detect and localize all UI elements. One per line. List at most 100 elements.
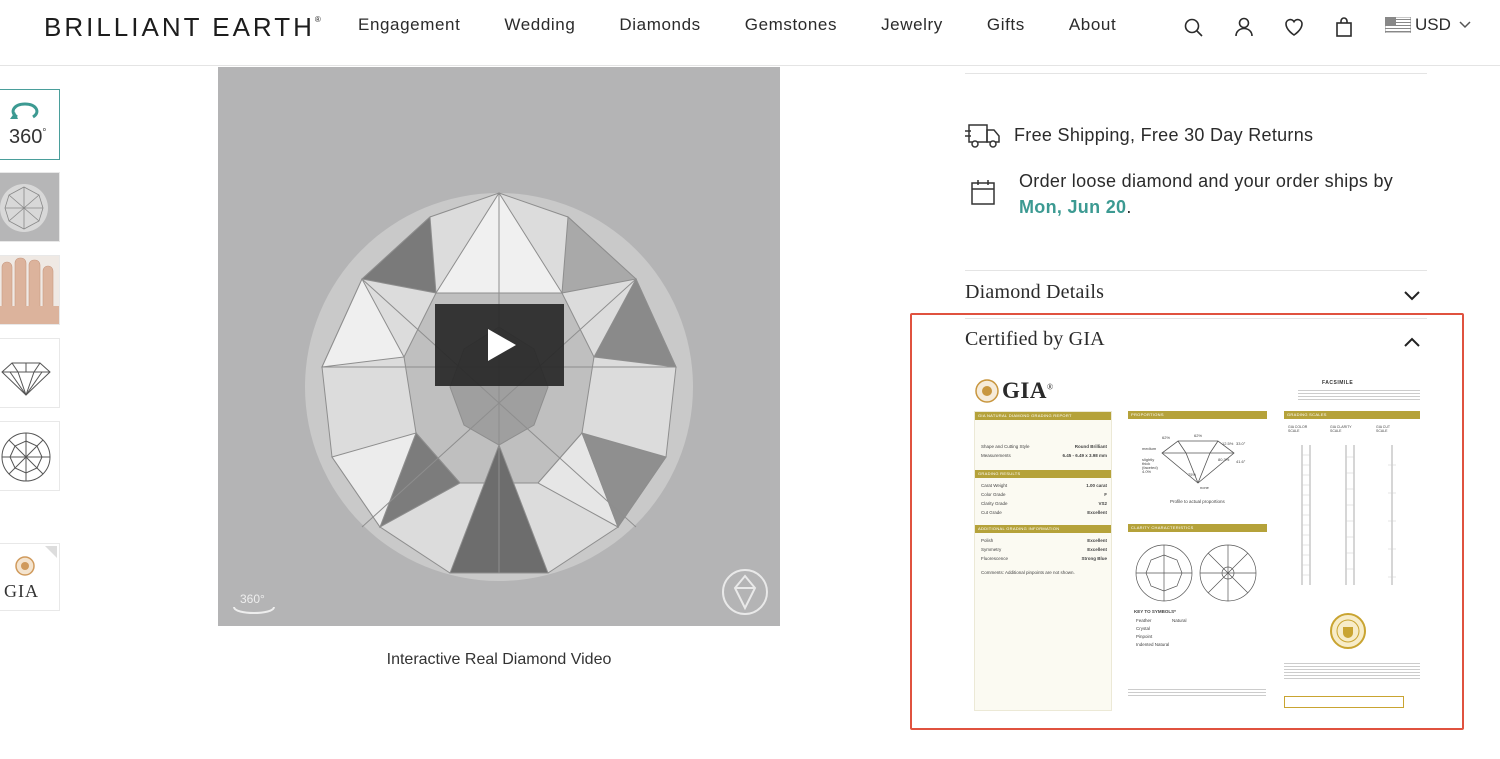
key-item-crystal: Crystal [1136,626,1151,631]
thumbnail-360-view[interactable]: 360° [0,89,60,160]
gia-gold-seal-icon [1330,613,1366,649]
legal-text-block [1284,661,1420,681]
gia-logo-text: GIA® [1002,378,1054,403]
diamond-photo-thumb [0,173,59,241]
currency-selector[interactable]: USD [1385,15,1471,35]
scale-head-color: GIA COLOR SCALE [1288,425,1308,433]
security-features-box [1284,696,1404,708]
gia-thumb-label: GIA [4,581,39,601]
thumbnail-on-hand[interactable] [0,255,60,325]
gia-seal-icon [975,379,999,403]
profile-caption: Profile to actual proportions [1170,499,1225,504]
footnote-text-block [1128,687,1266,697]
wishlist-heart-icon[interactable] [1282,15,1306,39]
svg-text:4.0%: 4.0% [1142,469,1152,474]
svg-text:12.5%: 12.5% [1222,441,1234,446]
thumbnail-360-label: 360° [9,126,47,148]
cert-scales-column: GRADING SCALES GIA COLOR SCALE GIA CLARI… [1282,411,1420,711]
chevron-down-icon[interactable] [1403,290,1421,302]
svg-text:none: none [1200,485,1210,490]
grading-scales-diagram [1301,445,1396,585]
certified-by-gia-toggle[interactable]: Certified by GIA [965,328,1105,351]
additional-header-bar: ADDITIONAL GRADING INFORMATION [975,525,1111,533]
diamond-details-toggle[interactable]: Diamond Details [965,281,1104,304]
nav-wedding[interactable]: Wedding [482,15,597,35]
cert-color: Color Grade F [981,492,1107,497]
cert-symmetry: Symmetry Excellent [981,547,1107,552]
calendar-icon [971,180,995,205]
svg-text:medium: medium [1142,446,1157,451]
clarity-plot-diagrams [1135,544,1257,602]
nav-about[interactable]: About [1047,15,1138,35]
diamond-profile-drawing [1,362,51,396]
svg-text:75%: 75% [1188,472,1196,477]
nav-gifts[interactable]: Gifts [965,15,1047,35]
scale-head-cut: GIA CUT SCALE [1376,425,1390,433]
gia-seal-icon [15,556,35,576]
shipping-info-row: Free Shipping, Free 30 Day Returns [965,122,1313,150]
play-icon [488,329,516,361]
site-header: BRILLIANT EARTH® Engagement Wedding Diam… [0,0,1500,66]
gia-certificate-image[interactable]: GIA® FACSIMILE GIA NATURAL DIAMOND GRADI… [968,373,1424,723]
cert-report-column: GIA NATURAL DIAMOND GRADING REPORT Shape… [974,411,1112,711]
report-header-bar: GIA NATURAL DIAMOND GRADING REPORT [975,412,1111,420]
chevron-up-icon[interactable] [1403,336,1421,348]
grading-header-bar: GRADING RESULTS [975,470,1111,478]
section-divider-top [965,73,1427,74]
cert-measurements: Measurements 6.45 - 6.49 x 3.98 mm [981,453,1107,458]
svg-text:33.0°: 33.0° [1236,441,1246,446]
facsimile-label: FACSIMILE [1322,380,1354,386]
rotate-360-badge-icon: 360° [233,592,275,614]
brilliant-earth-watermark-icon [722,569,768,615]
scale-head-clarity: GIA CLARITY SCALE [1330,425,1352,433]
cert-fluorescence: Fluorescence Strong Blue [981,556,1107,561]
clarity-header-bar: CLARITY CHARACTERISTICS [1128,524,1267,532]
scales-header-bar: GRADING SCALES [1284,411,1420,419]
thumbnail-diamond-photo[interactable] [0,172,60,242]
account-icon[interactable] [1232,15,1256,39]
nav-jewelry[interactable]: Jewelry [859,15,965,35]
play-button[interactable] [435,304,564,386]
nav-gemstones[interactable]: Gemstones [723,15,859,35]
diamond-video-player[interactable]: 360° [218,67,780,626]
delivery-truck-icon [965,124,1000,148]
section-divider [965,318,1427,319]
us-flag-icon [1385,17,1411,33]
ship-date-text: Order loose diamond and your order ships… [1019,171,1394,217]
main-nav: Engagement Wedding Diamonds Gemstones Je… [336,15,1138,35]
key-item-indented-natural: Indented Natural [1136,642,1170,647]
shopping-bag-icon[interactable] [1332,15,1356,39]
ship-date-row: Order loose diamond and your order ships… [965,168,1419,220]
disclaimer-text-block [1298,388,1420,402]
cert-clarity: Clarity Grade VS2 [981,501,1107,506]
svg-text:41.6°: 41.6° [1236,459,1246,464]
corner-fold-icon [45,546,57,558]
brand-logo[interactable]: BRILLIANT EARTH® [44,12,321,43]
cert-cut: Cut Grade Excellent [981,510,1107,515]
cert-polish: Polish Excellent [981,538,1107,543]
nav-diamonds[interactable]: Diamonds [597,15,722,35]
cert-carat: Carat Weight 1.00 carat [981,483,1107,488]
thumbnail-gia-certificate[interactable]: GIA [0,543,60,611]
svg-text:62%: 62% [1194,433,1202,438]
video-caption: Interactive Real Diamond Video [386,651,612,668]
nav-engagement[interactable]: Engagement [336,15,482,35]
search-icon[interactable] [1181,15,1205,39]
proportions-diagram: 62% 62%12.5% 33.0° mediumslightlythick(fac… [1142,433,1246,490]
svg-text:80.3%: 80.3% [1218,457,1230,462]
key-item-natural: Natural [1172,618,1187,623]
cert-proportions-column: PROPORTIONS 62% 62% 12.5% 33.0° medium sligh… [1126,411,1267,711]
proportions-header-bar: PROPORTIONS [1128,411,1267,419]
cert-comments: Comments: Additional pinpoints are not s… [981,570,1075,575]
cert-shape: Shape and Cutting Style Round Brilliant [981,444,1107,449]
badge-360-text: 360° [240,592,265,606]
shipping-text: Free Shipping, Free 30 Day Returns [1014,125,1314,145]
thumbnail-top-view[interactable] [0,421,60,491]
currency-label: USD [1415,15,1451,34]
thumbnail-side-profile[interactable] [0,338,60,408]
key-item-pinpoint: Pinpoint [1136,634,1153,639]
rotate-360-icon [10,102,39,119]
ship-date-link: Mon, Jun 20 [1019,197,1127,217]
diamond-top-drawing [1,432,51,482]
key-item-feather: Feather [1136,618,1152,623]
